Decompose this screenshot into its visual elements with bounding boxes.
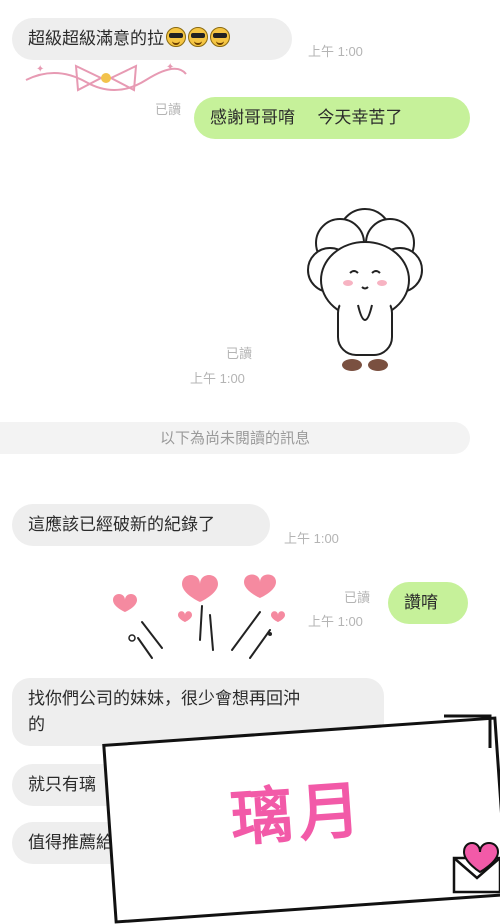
message-text: 值得推薦給 (28, 833, 113, 853)
message-text: 超級超級滿意的拉 (28, 29, 164, 49)
message-time: 上午 1:00 (308, 44, 363, 59)
unread-divider: 以下為尚未閱讀的訊息 (0, 422, 470, 454)
svg-text:✦: ✦ (36, 64, 44, 75)
message-text: 這應該已經破新的紀錄了 (28, 515, 215, 535)
read-receipt: 已讀 (226, 346, 253, 361)
message-bubble-outgoing[interactable]: 讚唷 (388, 582, 468, 624)
read-receipt: 已讀 (155, 102, 182, 117)
ribbon-bow-icon: ✦ ✦ (25, 62, 187, 92)
corner-bracket-icon (444, 714, 492, 748)
hearts-burst-icon (113, 574, 285, 659)
sunglasses-emoji-icon (188, 27, 208, 47)
heart-envelope-icon (452, 842, 500, 894)
message-text: 讚唷 (404, 593, 438, 613)
message-bubble-incoming[interactable]: 超級超級滿意的拉 (12, 18, 292, 60)
sunglasses-emoji-icon (210, 27, 230, 47)
message-time: 上午 1:00 (284, 531, 339, 546)
message-bubble-outgoing[interactable]: 感謝哥哥唷 今天幸苦了 (194, 97, 470, 139)
message-text: 感謝哥哥唷 今天幸苦了 (210, 108, 403, 128)
bowing-sheep-sticker[interactable] (300, 195, 430, 380)
message-time: 上午 1:00 (190, 371, 245, 386)
sunglasses-emoji-icon (166, 27, 186, 47)
message-text-line: 找你們公司的妹妹，很少會想再回沖 (28, 689, 300, 709)
read-receipt: 已讀 (344, 590, 371, 605)
message-time: 上午 1:00 (308, 614, 363, 629)
message-bubble-incoming[interactable]: 這應該已經破新的紀錄了 (12, 504, 270, 546)
message-text: 就只有璃 (28, 775, 96, 795)
overlay-title: 璃月 (228, 772, 369, 856)
svg-text:✦: ✦ (166, 62, 174, 73)
